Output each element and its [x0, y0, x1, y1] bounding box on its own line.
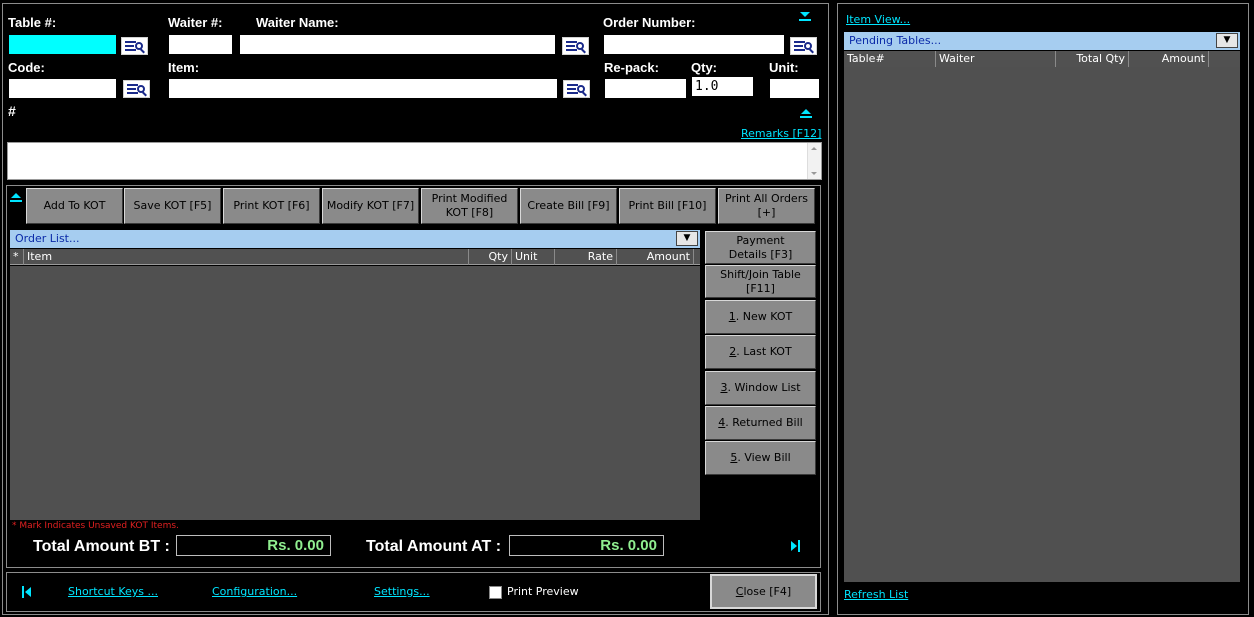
hash-label: #: [8, 103, 16, 119]
item-input[interactable]: [168, 78, 558, 99]
pending-grid-body[interactable]: [844, 67, 1240, 582]
modify-kot-button[interactable]: Modify KOT [F7]: [322, 188, 419, 224]
qty-label: Qty:: [691, 60, 717, 75]
view-bill-button[interactable]: 5. View Bill: [705, 441, 816, 475]
window-list-label: . Window List: [727, 381, 801, 394]
qty-input[interactable]: 1.0: [691, 76, 754, 97]
next-arrow-bar: [798, 540, 800, 552]
table-number-input[interactable]: [8, 34, 117, 55]
waiter-number-input[interactable]: [168, 34, 233, 55]
total-bt-value: Rs. 0.00: [176, 535, 331, 556]
order-list-dropdown-icon[interactable]: ▼: [676, 231, 698, 246]
waiter-number-label: Waiter #:: [168, 15, 223, 30]
order-grid-header: * Item Qty Unit Rate Amount: [10, 249, 700, 265]
col-marker[interactable]: *: [10, 249, 24, 265]
add-to-kot-button[interactable]: Add To KOT: [26, 188, 123, 224]
collapse-header-icon[interactable]: [11, 193, 21, 198]
close-label: lose [F4]: [743, 584, 792, 598]
code-input[interactable]: [8, 78, 117, 99]
waiter-lookup-icon[interactable]: [562, 37, 589, 55]
payment-details-button[interactable]: Payment Details [F3]: [705, 231, 816, 264]
prev-arrow-icon[interactable]: [25, 587, 31, 597]
save-kot-button[interactable]: Save KOT [F5]: [124, 188, 221, 224]
shortcut-keys-link[interactable]: Shortcut Keys ...: [68, 585, 158, 598]
returned-bill-label: . Returned Bill: [725, 416, 803, 429]
print-all-orders-button[interactable]: Print All Orders [+]: [718, 188, 815, 224]
collapse-down-icon[interactable]: [800, 12, 810, 17]
total-at-value: Rs. 0.00: [509, 535, 664, 556]
refresh-list-link[interactable]: Refresh List: [844, 588, 908, 601]
print-modified-kot-button[interactable]: Print Modified KOT [F8]: [421, 188, 518, 224]
collapse-down-bar: [799, 19, 811, 21]
order-list-banner: Order List...: [10, 230, 700, 248]
new-kot-button[interactable]: 1. New KOT: [705, 300, 816, 334]
col-item[interactable]: Item: [24, 249, 469, 265]
window-list-button[interactable]: 3. Window List: [705, 371, 816, 405]
configuration-link[interactable]: Configuration...: [212, 585, 297, 598]
item-lookup-icon[interactable]: [563, 80, 590, 98]
col-waiter[interactable]: Waiter: [936, 51, 1056, 67]
col-qty[interactable]: Qty: [469, 249, 512, 265]
unit-label: Unit:: [769, 60, 799, 75]
last-kot-label: . Last KOT: [736, 345, 792, 358]
print-preview-label: Print Preview: [507, 585, 579, 598]
view-bill-label: . View Bill: [737, 451, 791, 464]
col-pending-amount[interactable]: Amount: [1129, 51, 1209, 67]
returned-bill-button[interactable]: 4. Returned Bill: [705, 406, 816, 440]
order-number-label: Order Number:: [603, 15, 696, 30]
col-unit[interactable]: Unit: [512, 249, 555, 265]
table-lookup-icon[interactable]: [121, 37, 148, 55]
unsaved-items-note: * Mark Indicates Unsaved KOT Items.: [12, 521, 179, 531]
remarks-textarea[interactable]: [7, 142, 822, 180]
unit-input[interactable]: [769, 78, 820, 99]
pending-tables-banner: Pending Tables...: [844, 32, 1240, 50]
col-table[interactable]: Table#: [844, 51, 936, 67]
print-preview-checkbox[interactable]: [489, 586, 502, 599]
new-kot-label: . New KOT: [735, 310, 793, 323]
order-grid-body[interactable]: [10, 266, 700, 520]
item-label: Item:: [168, 60, 200, 75]
pending-tables-dropdown-icon[interactable]: ▼: [1216, 33, 1238, 48]
new-kot-key: 1: [728, 310, 736, 323]
item-view-link[interactable]: Item View...: [846, 13, 910, 26]
code-lookup-icon[interactable]: [123, 80, 150, 98]
remarks-link[interactable]: Remarks [F12]: [741, 127, 821, 140]
expand-up-bar: [800, 116, 812, 118]
col-rate[interactable]: Rate: [555, 249, 617, 265]
create-bill-button[interactable]: Create Bill [F9]: [520, 188, 617, 224]
repack-input[interactable]: [604, 78, 687, 99]
waiter-name-label: Waiter Name:: [256, 15, 339, 30]
shift-join-table-button[interactable]: Shift/Join Table [F11]: [705, 265, 816, 298]
total-bt-label: Total Amount BT :: [33, 538, 170, 555]
col-total-qty[interactable]: Total Qty: [1056, 51, 1129, 67]
repack-label: Re-pack:: [604, 60, 659, 75]
prev-arrow-bar: [22, 586, 24, 598]
collapse-header-bar: [10, 200, 22, 202]
close-button[interactable]: Close [F4]: [710, 574, 817, 609]
order-number-input[interactable]: [603, 34, 785, 55]
order-lookup-icon[interactable]: [790, 37, 817, 55]
table-label: Table #:: [8, 15, 57, 30]
col-amount[interactable]: Amount: [617, 249, 694, 265]
print-kot-button[interactable]: Print KOT [F6]: [223, 188, 320, 224]
waiter-name-input[interactable]: [239, 34, 556, 55]
settings-link[interactable]: Settings...: [374, 585, 430, 598]
print-bill-button[interactable]: Print Bill [F10]: [619, 188, 716, 224]
next-arrow-icon[interactable]: [791, 541, 797, 551]
remarks-scrollbar[interactable]: [807, 143, 821, 179]
code-label: Code:: [8, 60, 45, 75]
pending-grid-header: Table# Waiter Total Qty Amount: [844, 51, 1240, 67]
total-at-label: Total Amount AT :: [366, 538, 502, 555]
last-kot-button[interactable]: 2. Last KOT: [705, 335, 816, 369]
expand-up-icon[interactable]: [801, 109, 811, 114]
